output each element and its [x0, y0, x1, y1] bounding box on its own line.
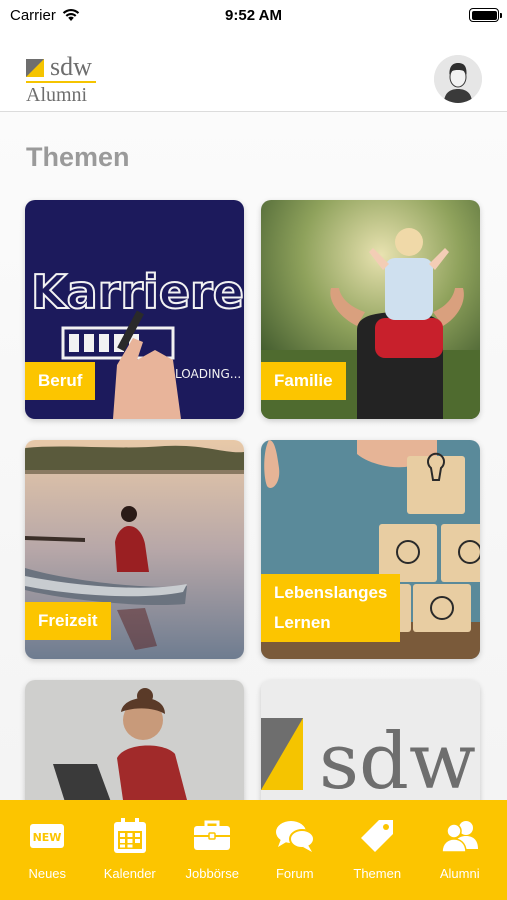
tab-themen[interactable]: Themen — [337, 816, 417, 900]
battery-icon — [469, 8, 502, 22]
tile-beruf-label: Beruf — [25, 362, 96, 400]
app-header: sdw Alumni — [0, 44, 507, 112]
svg-text:NEW: NEW — [33, 831, 62, 844]
status-bar: Carrier 9:52 AM — [0, 0, 507, 30]
chat-bubbles-icon — [275, 816, 315, 856]
new-icon: NEW — [27, 816, 67, 856]
users-icon — [440, 816, 480, 856]
tab-jobboerse-label: Jobbörse — [185, 866, 239, 881]
tag-icon — [357, 816, 397, 856]
page-title: Themen — [26, 142, 130, 172]
wifi-icon — [62, 9, 80, 21]
briefcase-icon — [192, 816, 232, 856]
tab-alumni-label: Alumni — [439, 866, 480, 881]
status-left: Carrier — [10, 7, 80, 24]
tile-5[interactable] — [25, 680, 244, 800]
tile-6[interactable]: sdw — [261, 680, 480, 800]
tile-label-line1: Lebenslanges — [274, 583, 388, 602]
tile-lebenslanges-lernen-label: Lebenslanges Lernen — [261, 574, 401, 642]
themen-content[interactable]: Themen Karriere LOADING... Beruf Familie… — [0, 112, 507, 800]
logo-mark — [26, 59, 44, 77]
tab-neues-label: Neues — [28, 866, 67, 881]
tab-forum-label: Forum — [275, 866, 314, 881]
logo-text: sdw — [50, 52, 92, 81]
tile-familie[interactable]: Familie — [261, 200, 480, 419]
profile-avatar[interactable] — [434, 55, 482, 103]
tab-forum[interactable]: Forum — [255, 816, 335, 900]
bottom-tab-bar: NEW Neues Kalender Jobbörse Forum Themen… — [0, 800, 507, 900]
tile-label-line2: Lernen — [274, 613, 331, 632]
tile-beruf[interactable]: Karriere LOADING... Beruf — [25, 200, 244, 419]
tab-alumni[interactable]: Alumni — [420, 816, 500, 900]
tab-kalender-label: Kalender — [103, 866, 156, 881]
logo-subtext: Alumni — [26, 84, 88, 106]
sdw-alumni-logo[interactable]: sdw Alumni — [26, 52, 106, 106]
carrier-label: Carrier — [10, 6, 56, 24]
tab-themen-label: Themen — [353, 866, 402, 881]
sdw-logo-image: sdw — [261, 680, 480, 800]
calendar-icon — [110, 816, 150, 856]
tile-freizeit[interactable]: Freizeit — [25, 440, 244, 659]
woman-laptop-image — [25, 680, 244, 800]
tab-kalender[interactable]: Kalender — [90, 816, 170, 900]
sdw-logo-text: sdw — [319, 717, 476, 800]
tile-familie-label: Familie — [261, 362, 346, 400]
logo-divider — [26, 81, 96, 83]
tab-neues[interactable]: NEW Neues — [7, 816, 87, 900]
tile-lebenslanges-lernen[interactable]: Lebenslanges Lernen — [261, 440, 480, 659]
tile-freizeit-label: Freizeit — [25, 602, 111, 640]
tab-jobboerse[interactable]: Jobbörse — [172, 816, 252, 900]
user-avatar-icon — [434, 55, 482, 103]
loading-text: LOADING... — [175, 367, 241, 381]
